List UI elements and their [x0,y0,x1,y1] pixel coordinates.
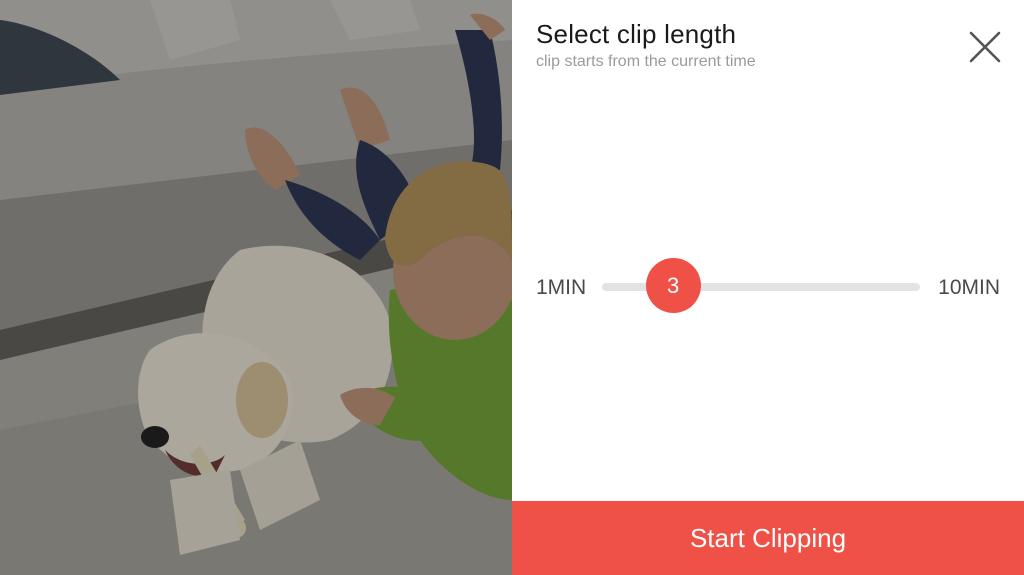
camera-feed-image [0,0,512,575]
dialog-subtitle: clip starts from the current time [536,53,756,70]
start-clipping-button[interactable]: Start Clipping [512,501,1024,575]
clip-length-slider: 1MIN 3 10MIN [512,258,1024,313]
start-clipping-label: Start Clipping [689,522,847,553]
close-button[interactable] [964,28,1004,68]
app-window: Select clip length clip starts from the … [0,0,1024,575]
slider-max-label: 10MIN [938,276,1000,299]
dialog-title: Select clip length [536,19,737,49]
slider-thumb[interactable]: 3 [645,258,701,313]
slider-min-label: 1MIN [536,276,587,299]
slider-value-label: 3 [667,272,680,298]
feed-dim-overlay [0,0,512,575]
slider-track[interactable]: 3 [602,258,920,313]
clip-length-panel: Select clip length clip starts from the … [512,0,1024,575]
close-icon [969,31,1001,63]
